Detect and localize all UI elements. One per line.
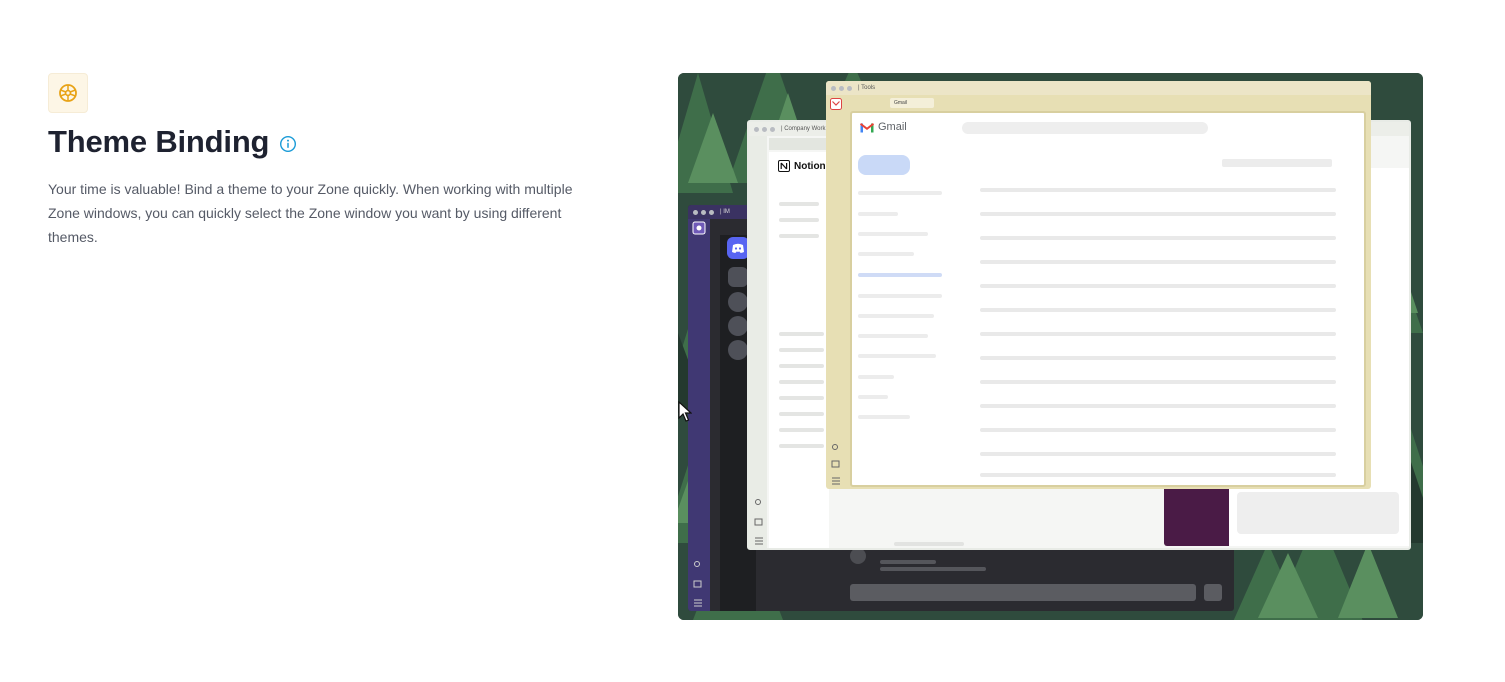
avatar [850,548,866,564]
company-work-window-title: | Company Work [781,126,826,132]
company-work-theme-rail [749,136,767,548]
title-row: Theme Binding [48,124,297,160]
page-title: Theme Binding [48,124,270,159]
feature-icon-box [48,73,88,113]
im-zone-icon[interactable] [692,221,706,235]
feature-description: Your time is valuable! Bind a theme to y… [48,181,573,245]
tools-sidebar-tools [831,444,840,485]
tools-titlebar: | Tools [826,81,1371,95]
gmail-tab-label: Gmail [894,100,908,106]
server-icon[interactable] [728,292,748,312]
theme-wheel-icon [59,84,77,102]
compose-button[interactable] [858,155,910,175]
send-button[interactable] [1204,584,1222,601]
slack-composer[interactable] [1237,492,1399,534]
notion-app-label: Notion [794,161,826,172]
tools-window-title: | Tools [858,85,876,91]
tools-zone-icon[interactable] [830,98,842,110]
message-input[interactable] [850,584,1196,601]
server-icon[interactable] [728,316,748,336]
server-icon[interactable] [728,267,748,287]
gmail-app-label: Gmail [878,121,907,133]
server-icon[interactable] [728,340,748,360]
company-work-sidebar-tools [754,499,763,545]
theme-binding-preview: | IM | Company Work Notion | Tools Gmail… [678,73,1423,620]
mouse-cursor-icon [678,401,692,422]
discord-icon[interactable] [727,237,749,259]
tools-zone-window[interactable]: | Tools Gmail Gmail [826,81,1371,489]
im-window-title: | IM [720,209,730,215]
info-icon[interactable] [279,135,297,153]
gmail-app: Gmail [850,111,1366,487]
gmail-icon [860,122,874,132]
notion-icon[interactable] [778,160,790,172]
gmail-logo: Gmail [860,121,907,133]
im-sidebar-tools [693,561,702,607]
tools-tab[interactable]: Gmail [890,98,934,108]
gmail-search-bar[interactable] [962,122,1208,134]
company-work-tab-strip [769,138,829,150]
